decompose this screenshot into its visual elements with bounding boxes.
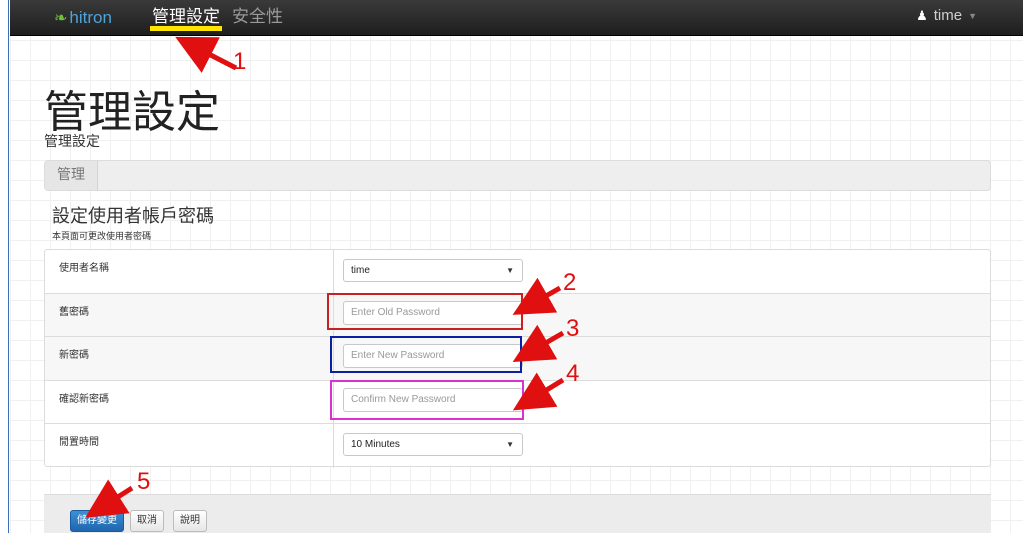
user-menu[interactable]: ♟ time ▼: [916, 7, 977, 24]
nav-item-security[interactable]: 安全性: [232, 5, 283, 31]
idle-time-label: 閒置時間: [59, 437, 99, 449]
top-navbar: ❧ hitron 管理設定 安全性 ♟ time ▼: [10, 0, 1023, 36]
action-bar: 儲存變更 取消 說明: [44, 494, 991, 533]
new-password-label: 新密碼: [59, 350, 89, 362]
annotation-number-1: 1: [233, 48, 247, 75]
form-row-username: 使用者名稱 time ▼: [45, 250, 990, 294]
annotation-number-5: 5: [137, 468, 151, 495]
nav-item-admin-settings[interactable]: 管理設定: [150, 5, 222, 31]
username-select[interactable]: time ▼: [343, 259, 523, 282]
logo-text: hitron: [69, 8, 112, 27]
help-button[interactable]: 說明: [173, 510, 207, 532]
chevron-down-icon: ▼: [968, 10, 977, 21]
annotation-number-2: 2: [563, 269, 577, 296]
highlight-box-new-password: [330, 336, 522, 373]
page: ❧ hitron 管理設定 安全性 ♟ time ▼ 管理設定 管理設定 管理 …: [10, 0, 1023, 533]
idle-time-value: 10 Minutes: [351, 439, 400, 451]
page-subtitle: 管理設定: [44, 134, 100, 150]
row-divider: [333, 250, 334, 293]
highlight-box-confirm-password: [330, 380, 524, 420]
user-icon: ♟: [916, 7, 928, 23]
row-divider: [333, 424, 334, 468]
tab-management[interactable]: 管理: [45, 161, 98, 190]
username-label: 使用者名稱: [59, 263, 109, 274]
chevron-down-icon: ▼: [506, 266, 514, 275]
form-row-idle-time: 閒置時間 10 Minutes ▼: [45, 424, 990, 468]
chevron-down-icon: ▼: [506, 440, 514, 450]
section-description: 本頁面可更改使用者密碼: [52, 232, 152, 242]
save-button[interactable]: 儲存變更: [70, 510, 124, 532]
window-left-edge: [0, 0, 9, 533]
logo-mark-icon: ❧: [54, 10, 68, 27]
user-name: time: [933, 7, 963, 24]
idle-time-select[interactable]: 10 Minutes ▼: [343, 433, 523, 457]
username-value: time: [351, 265, 370, 276]
cancel-button[interactable]: 取消: [130, 510, 164, 532]
highlight-box-old-password: [327, 293, 523, 330]
brand-logo[interactable]: ❧ hitron: [54, 7, 112, 29]
old-password-label: 舊密碼: [59, 306, 89, 318]
annotation-number-4: 4: [566, 360, 580, 387]
breadcrumb-tabbar: 管理: [44, 160, 991, 191]
confirm-password-label: 確認新密碼: [59, 393, 109, 405]
annotation-number-3: 3: [566, 315, 580, 342]
section-title: 設定使用者帳戶密碼: [52, 206, 214, 227]
